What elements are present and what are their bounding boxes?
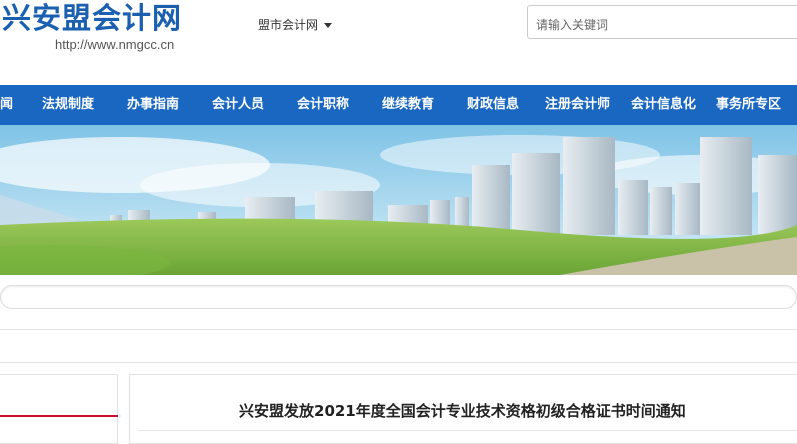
city-select[interactable]: 盟市会计网 <box>258 16 333 33</box>
nav-item-firms[interactable]: 事务所专区 <box>716 85 781 125</box>
nav-item-titles[interactable]: 会计职称 <box>297 85 349 125</box>
chevron-down-icon <box>324 23 333 28</box>
site-logo[interactable]: 兴安盟会计网 http://www.nmgcc.cn <box>2 1 183 52</box>
divider <box>0 329 797 330</box>
sidebar-accent-line <box>0 415 118 417</box>
nav-item-education[interactable]: 继续教育 <box>382 85 434 125</box>
main-nav: 闻 法规制度 办事指南 会计人员 会计职称 继续教育 财政信息 注册会计师 会计… <box>0 85 797 125</box>
divider <box>0 362 797 363</box>
site-title: 兴安盟会计网 <box>2 1 183 35</box>
sidebar-panel <box>0 374 118 444</box>
city-skyline-image <box>0 125 797 275</box>
site-url: http://www.nmgcc.cn <box>55 37 175 52</box>
nav-item-finance[interactable]: 财政信息 <box>467 85 519 125</box>
secondary-search-bar[interactable] <box>0 285 797 309</box>
search-input[interactable]: 请输入关键词 <box>527 5 797 39</box>
article-divider <box>138 430 797 431</box>
nav-item-guide[interactable]: 办事指南 <box>127 85 179 125</box>
nav-item-cpa[interactable]: 注册会计师 <box>545 85 610 125</box>
nav-item-news[interactable]: 闻 <box>0 85 13 125</box>
city-select-label: 盟市会计网 <box>258 18 319 32</box>
hero-banner <box>0 125 797 275</box>
article-title: 兴安盟发放2021年度全国会计专业技术资格初级合格证书时间通知 <box>239 402 686 420</box>
nav-item-informatization[interactable]: 会计信息化 <box>631 85 696 125</box>
site-header: 兴安盟会计网 http://www.nmgcc.cn 盟市会计网 请输入关键词 <box>0 0 797 85</box>
nav-item-regulations[interactable]: 法规制度 <box>42 85 94 125</box>
nav-item-accountants[interactable]: 会计人员 <box>212 85 264 125</box>
article-panel: 兴安盟发放2021年度全国会计专业技术资格初级合格证书时间通知 <box>129 374 797 444</box>
